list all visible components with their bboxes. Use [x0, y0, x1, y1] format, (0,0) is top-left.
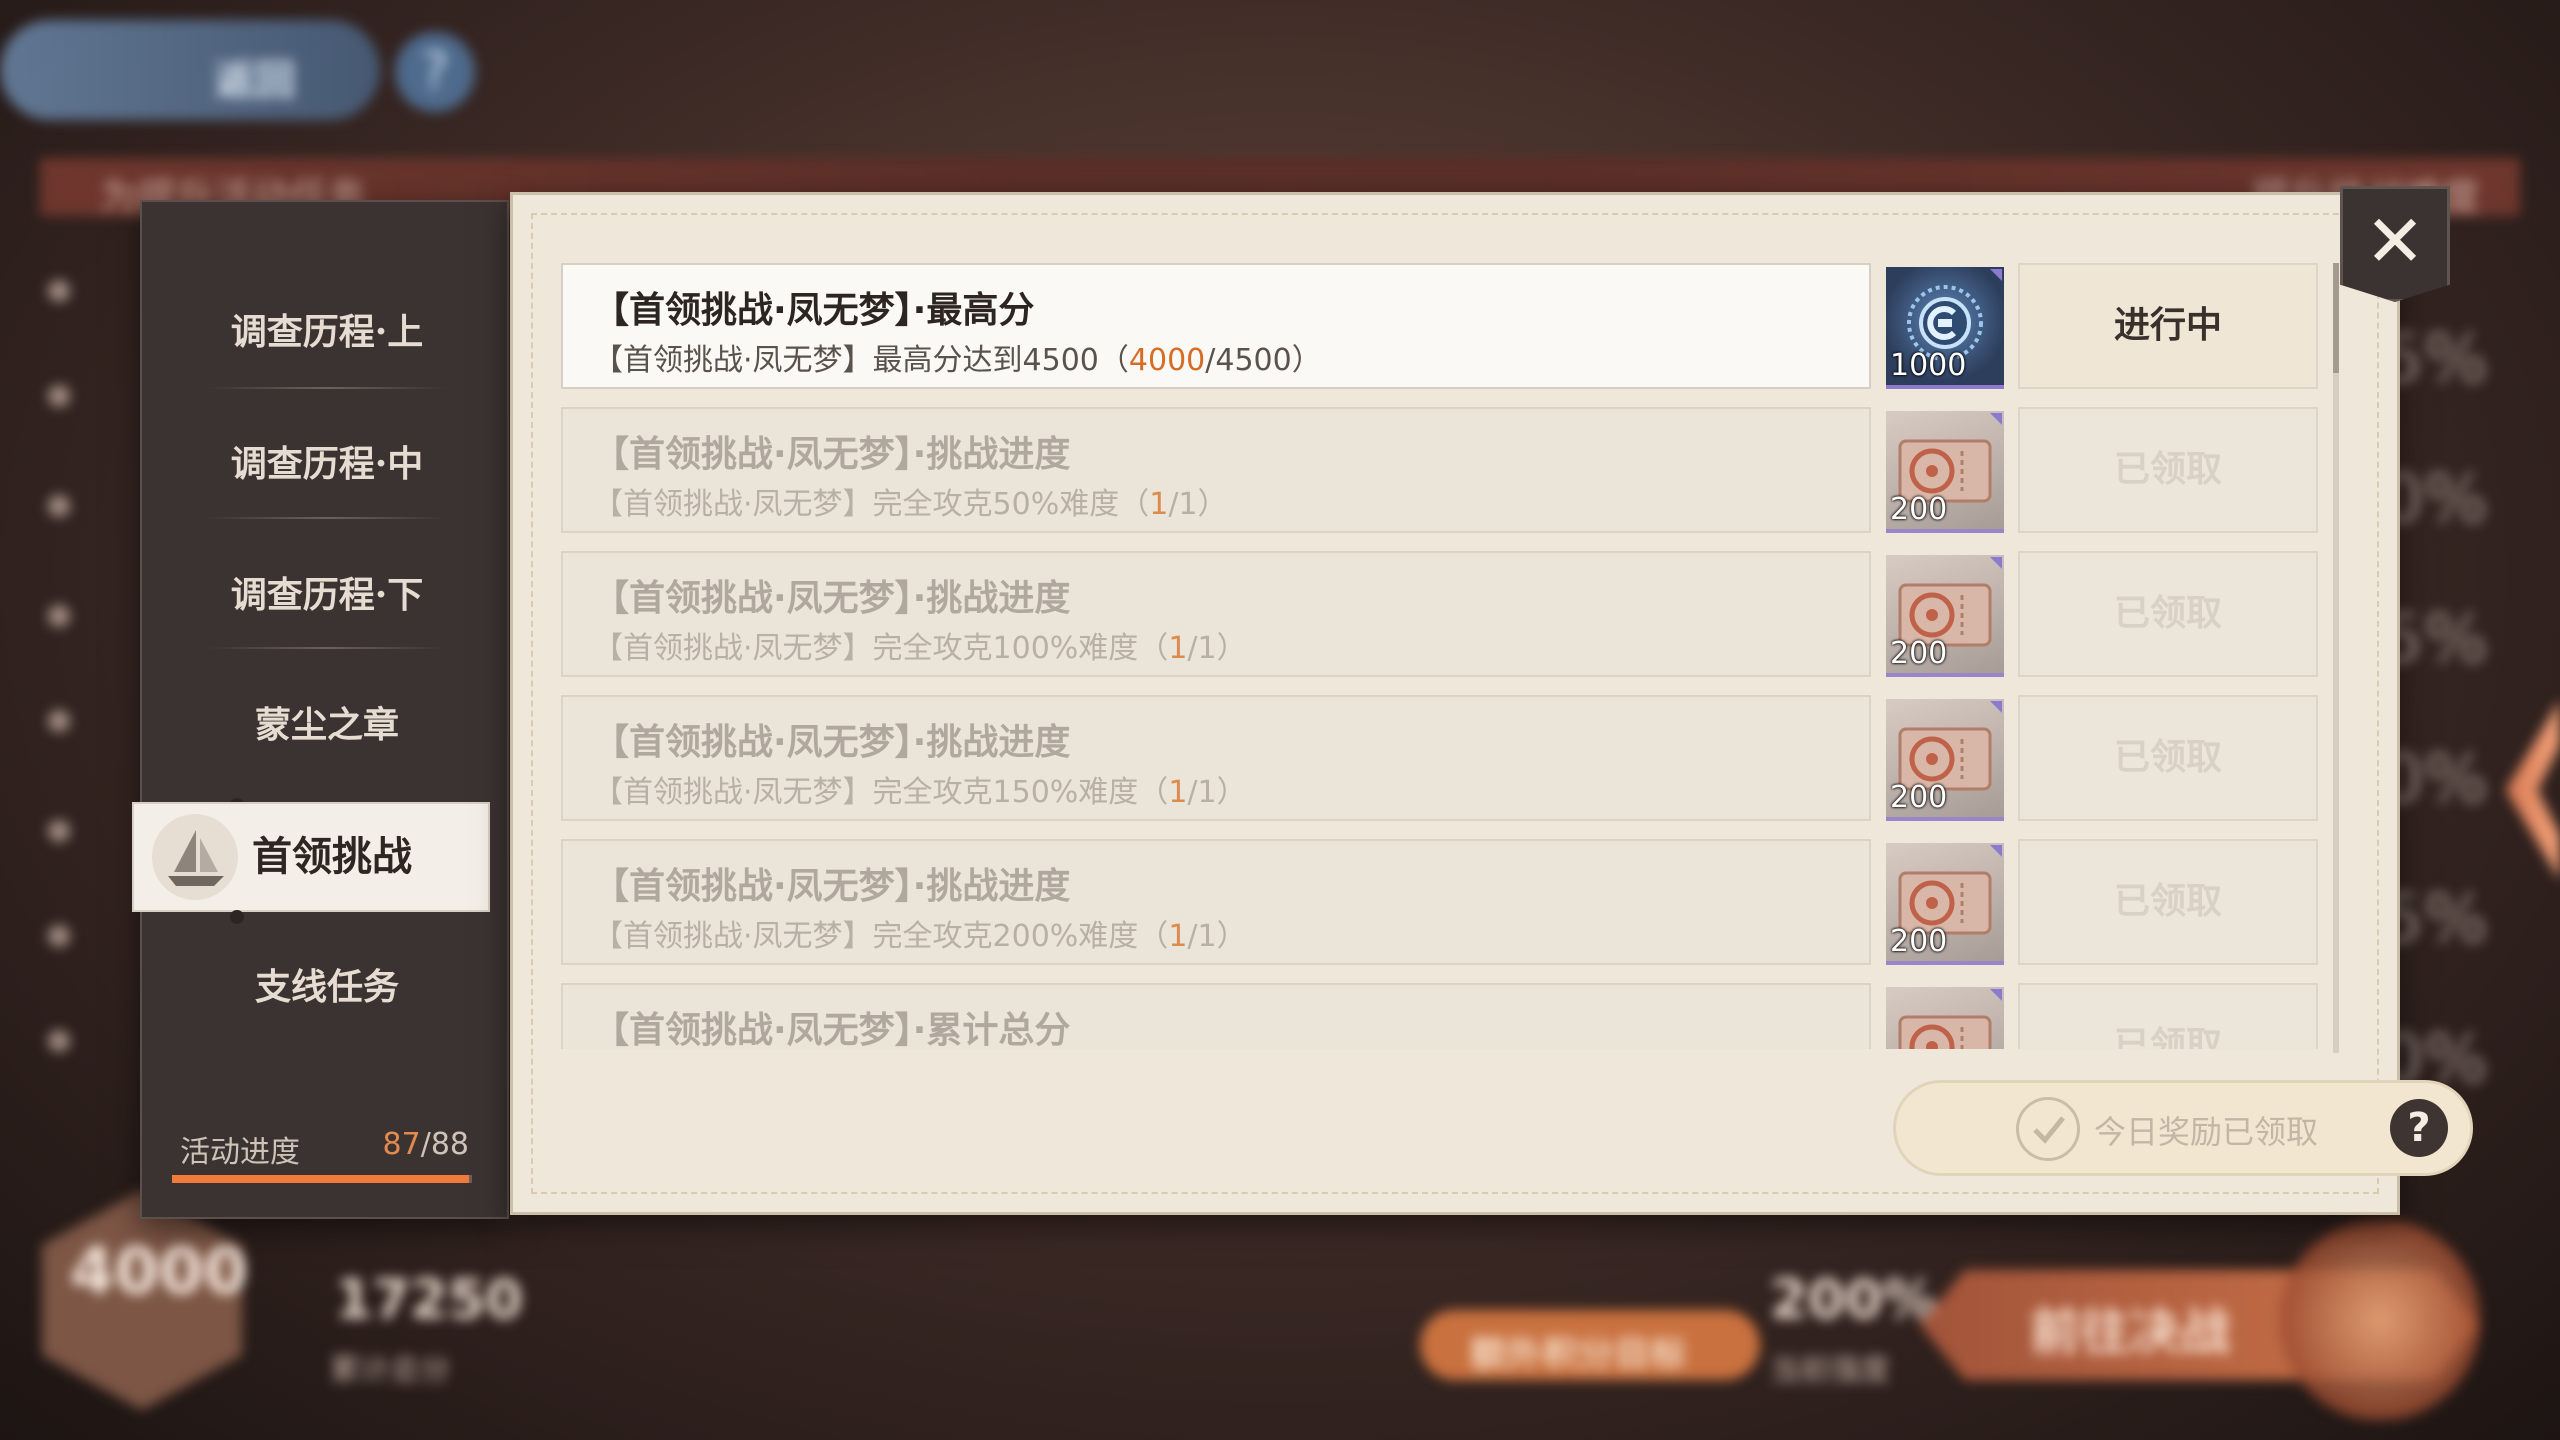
task-status-button[interactable]: 已领取: [2018, 839, 2318, 965]
ticket-icon[interactable]: 200: [1886, 699, 2004, 821]
task-row: 【首领挑战·凤无梦】·挑战进度【首领挑战·凤无梦】完全攻克200%难度（1/1）…: [561, 839, 2321, 965]
task-status-button[interactable]: 已领取: [2018, 695, 2318, 821]
total-score-label: 累计总分: [330, 1353, 450, 1388]
help-icon[interactable]: ?: [395, 32, 475, 112]
rarity-corner: [1990, 845, 2002, 857]
emblem-value: 4000: [70, 1235, 249, 1309]
task-row: 【首领挑战·凤无梦】·挑战进度【首领挑战·凤无梦】完全攻克50%难度（1/1） 2…: [561, 407, 2321, 533]
task-title: 【首领挑战·凤无梦】·挑战进度: [593, 722, 1071, 763]
extra-target-label: 额外积分目标: [1470, 1334, 1687, 1375]
task-progress-current: 1: [1168, 775, 1188, 810]
close-button[interactable]: ✕: [2340, 186, 2450, 302]
daily-reward-button[interactable]: 今日奖励已领取 ?: [1893, 1080, 2473, 1176]
task-info: 【首领挑战·凤无梦】·挑战进度【首领挑战·凤无梦】完全攻克50%难度（1/1）: [561, 407, 1871, 533]
difficulty-value: 200%: [1770, 1268, 1937, 1331]
task-description: 【首领挑战·凤无梦】最高分达到4500（4000/4500）: [593, 343, 1322, 378]
task-row: 【首领挑战·凤无梦】·最高分【首领挑战·凤无梦】最高分达到4500（4000/4…: [561, 263, 2321, 389]
task-title: 【首领挑战·凤无梦】·累计总分: [593, 1010, 1071, 1049]
bg-dot: [48, 1030, 70, 1052]
task-info: 【首领挑战·凤无梦】·挑战进度【首领挑战·凤无梦】完全攻克100%难度（1/1）: [561, 551, 1871, 677]
task-progress-current: 4000: [1128, 343, 1206, 378]
activity-progress-label: 活动进度: [180, 1135, 300, 1170]
bg-dot: [48, 385, 70, 407]
ticket-icon[interactable]: 200: [1886, 843, 2004, 965]
activity-progress-bar: [172, 1175, 472, 1183]
sidebar-item-journey-1[interactable]: 调查历程·上: [182, 267, 472, 397]
ticket-icon[interactable]: [1886, 987, 2004, 1049]
battle-label: 前往决战: [2030, 1303, 2230, 1361]
task-info: 【首领挑战·凤无梦】·累计总分: [561, 983, 1871, 1049]
category-sidebar: 调查历程·上 调查历程·中 调查历程·下 蒙尘之章 首领挑战 支线任务 活动进度…: [132, 200, 509, 1219]
task-title: 【首领挑战·凤无梦】·挑战进度: [593, 866, 1071, 907]
reward-quantity: 1000: [1890, 348, 1967, 383]
rarity-corner: [1990, 413, 2002, 425]
task-list[interactable]: 【首领挑战·凤无梦】·最高分【首领挑战·凤无梦】最高分达到4500（4000/4…: [561, 263, 2321, 1049]
reward-quantity: 200: [1890, 636, 1948, 671]
back-label: 返回: [215, 58, 295, 104]
sidebar-item-journey-3[interactable]: 调查历程·下: [182, 530, 472, 660]
task-title: 【首领挑战·凤无梦】·挑战进度: [593, 434, 1071, 475]
task-progress-current: 1: [1149, 487, 1169, 522]
rarity-corner: [1990, 701, 2002, 713]
sidebar-item-side-quests[interactable]: 支线任务: [182, 922, 472, 1052]
bg-dot: [48, 820, 70, 842]
scrollbar-thumb[interactable]: [2333, 263, 2339, 373]
total-score: 17250: [335, 1268, 523, 1331]
help-icon[interactable]: ?: [2390, 1099, 2448, 1157]
task-status-button[interactable]: 已领取: [2018, 407, 2318, 533]
daily-reward-label: 今日奖励已领取: [2094, 1113, 2319, 1151]
task-row: 【首领挑战·凤无梦】·挑战进度【首领挑战·凤无梦】完全攻克100%难度（1/1）…: [561, 551, 2321, 677]
task-info: 【首领挑战·凤无梦】·挑战进度【首领挑战·凤无梦】完全攻克150%难度（1/1）: [561, 695, 1871, 821]
task-info: 【首领挑战·凤无梦】·挑战进度【首领挑战·凤无梦】完全攻克200%难度（1/1）: [561, 839, 1871, 965]
ticket-icon[interactable]: 200: [1886, 411, 2004, 533]
rarity-corner: [1990, 269, 2002, 281]
sidebar-item-journey-2[interactable]: 调查历程·中: [182, 399, 472, 529]
emblem-token-icon[interactable]: 1000: [1886, 267, 2004, 389]
sidebar-item-boss-challenge[interactable]: 首领挑战: [132, 802, 490, 912]
task-title: 【首领挑战·凤无梦】·最高分: [593, 290, 1035, 331]
task-description: 【首领挑战·凤无梦】完全攻克50%难度（1/1）: [593, 487, 1228, 522]
task-description: 【首领挑战·凤无梦】完全攻克100%难度（1/1）: [593, 631, 1247, 666]
task-panel: 【首领挑战·凤无梦】·最高分【首领挑战·凤无梦】最高分达到4500（4000/4…: [510, 192, 2473, 1215]
sidebar-item-dusty-chapter[interactable]: 蒙尘之章: [182, 660, 472, 790]
bg-dot: [48, 605, 70, 627]
task-modal: 调查历程·上 调查历程·中 调查历程·下 蒙尘之章 首领挑战 支线任务 活动进度…: [132, 192, 2473, 1219]
task-description: 【首领挑战·凤无梦】完全攻克150%难度（1/1）: [593, 775, 1247, 810]
bg-dot: [48, 710, 70, 732]
sidebar-divider: [207, 517, 447, 519]
task-progress-current: 1: [1168, 631, 1188, 666]
reward-quantity: 200: [1890, 780, 1948, 815]
task-progress-current: 1: [1168, 919, 1188, 954]
task-status-button[interactable]: 已领取: [2018, 551, 2318, 677]
task-title: 【首领挑战·凤无梦】·挑战进度: [593, 578, 1071, 619]
task-status-button[interactable]: 已领取: [2018, 983, 2318, 1049]
task-status-button[interactable]: 进行中: [2018, 263, 2318, 389]
ticket-icon[interactable]: 200: [1886, 555, 2004, 677]
difficulty-label: 当前强度: [1770, 1353, 1890, 1388]
back-button[interactable]: [0, 20, 380, 120]
task-list-scrollbar[interactable]: [2333, 263, 2339, 1053]
sidebar-divider: [207, 387, 447, 389]
activity-progress-fill: [172, 1175, 469, 1183]
checkmark-icon: [2016, 1097, 2080, 1161]
sidebar-divider: [207, 647, 447, 649]
task-row: 【首领挑战·凤无梦】·累计总分 已领取: [561, 983, 2321, 1049]
task-description: 【首领挑战·凤无梦】完全攻克200%难度（1/1）: [593, 919, 1247, 954]
rarity-corner: [1990, 557, 2002, 569]
rarity-corner: [1990, 989, 2002, 1001]
crossed-swords-icon: [2280, 1220, 2480, 1420]
bg-dot: [48, 495, 70, 517]
close-icon: ✕: [2364, 199, 2426, 283]
sidebar-item-label: 首领挑战: [252, 833, 412, 880]
bg-dot: [48, 280, 70, 302]
task-row: 【首领挑战·凤无梦】·挑战进度【首领挑战·凤无梦】完全攻克150%难度（1/1）…: [561, 695, 2321, 821]
sailboat-icon: [152, 814, 238, 900]
reward-quantity: 200: [1890, 924, 1948, 959]
activity-progress-value: 87/88: [382, 1127, 469, 1162]
reward-quantity: 200: [1890, 492, 1948, 527]
task-info: 【首领挑战·凤无梦】·最高分【首领挑战·凤无梦】最高分达到4500（4000/4…: [561, 263, 1871, 389]
bg-dot: [48, 925, 70, 947]
